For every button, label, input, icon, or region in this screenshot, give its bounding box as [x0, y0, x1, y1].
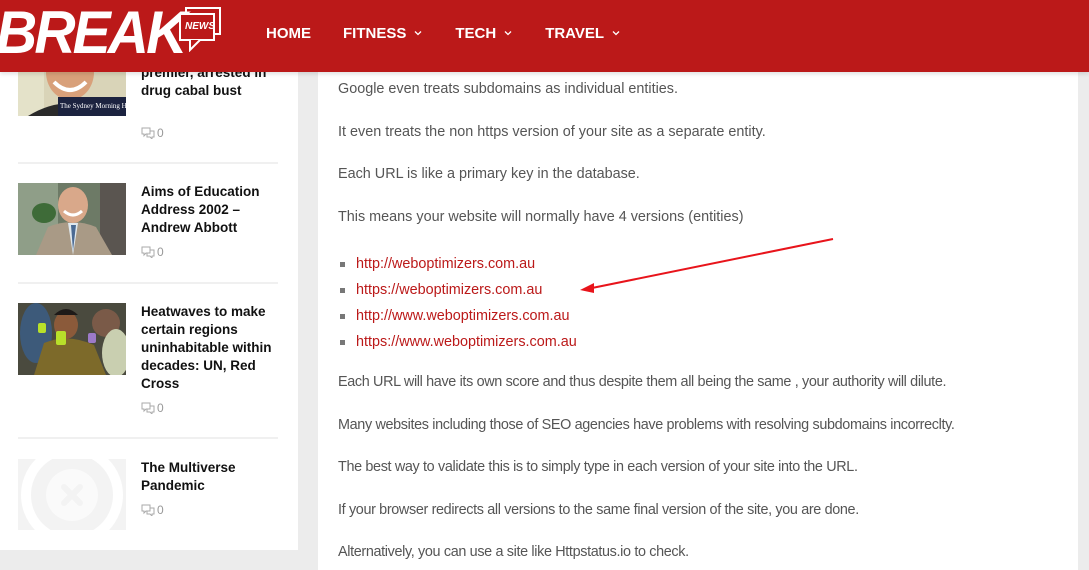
main-nav: HOME FITNESS TECH TRAVEL — [266, 0, 653, 66]
thumb-caption: The Sydney Morning He — [60, 102, 126, 110]
title-line: Andrew Abbott — [141, 220, 238, 235]
bullet — [340, 340, 345, 345]
comments-icon — [141, 402, 155, 414]
url-versions-list: http://weboptimizers.com.au https://webo… — [340, 251, 577, 355]
comment-count-value: 0 — [157, 401, 164, 415]
sidebar-recent-posts: The Sydney Morning He of NSW deputy prem… — [0, 42, 298, 550]
post-title[interactable]: The Multiverse Pandemic — [141, 459, 281, 495]
nav-fitness[interactable]: FITNESS — [343, 25, 423, 42]
title-line: Heatwaves to make — [141, 304, 266, 319]
post-title[interactable]: Heatwaves to make certain regions uninha… — [141, 303, 281, 393]
comment-count[interactable]: 0 — [141, 503, 164, 517]
bullet — [340, 314, 345, 319]
post-divider — [18, 162, 278, 164]
logo-text: BREAK — [0, 0, 187, 66]
article-paragraph: Each URL will have its own score and thu… — [338, 374, 947, 390]
url-list-item: http://www.weboptimizers.com.au — [340, 303, 577, 329]
url-link[interactable]: http://weboptimizers.com.au — [356, 256, 535, 272]
comment-count[interactable]: 0 — [141, 401, 164, 415]
bullet — [340, 262, 345, 267]
article-paragraph: The best way to validate this is to simp… — [338, 459, 858, 475]
title-line: Aims of Education — [141, 184, 260, 199]
comment-count[interactable]: 0 — [141, 126, 164, 140]
post-divider — [18, 282, 278, 284]
no-image-icon — [21, 459, 123, 530]
logo-badge-text: NEWS — [185, 21, 215, 32]
chevron-down-icon — [504, 31, 512, 36]
post-title[interactable]: Aims of Education Address 2002 – Andrew … — [141, 183, 281, 237]
post-thumbnail-placeholder[interactable] — [18, 459, 126, 530]
comments-icon — [141, 127, 155, 139]
nav-home[interactable]: HOME — [266, 25, 311, 42]
bullet — [340, 288, 345, 293]
comment-count-value: 0 — [157, 126, 164, 140]
url-list-item: https://weboptimizers.com.au — [340, 277, 577, 303]
site-logo[interactable]: BREAK NEWS — [0, 0, 221, 66]
nav-travel[interactable]: TRAVEL — [545, 25, 621, 42]
title-line: decades: UN, Red — [141, 358, 256, 373]
url-link[interactable]: https://weboptimizers.com.au — [356, 282, 542, 298]
article-paragraph: If your browser redirects all versions t… — [338, 502, 859, 518]
nav-tech[interactable]: TECH — [455, 25, 513, 42]
post-thumbnail[interactable] — [18, 303, 126, 375]
site-header: BREAK NEWS HOME FITNESS TECH TRAVEL — [0, 0, 1089, 72]
title-line: The Multiverse — [141, 460, 236, 475]
article-paragraph: This means your website will normally ha… — [338, 209, 744, 225]
comment-count-value: 0 — [157, 503, 164, 517]
article-paragraph: It even treats the non https version of … — [338, 124, 766, 140]
url-link[interactable]: http://www.weboptimizers.com.au — [356, 308, 570, 324]
title-line: drug cabal bust — [141, 83, 242, 98]
title-line: uninhabitable within — [141, 340, 272, 355]
url-list-item: http://weboptimizers.com.au — [340, 251, 577, 277]
comments-icon — [141, 504, 155, 516]
article-paragraph: Google even treats subdomains as individ… — [338, 81, 678, 97]
nav-label: TECH — [455, 24, 497, 42]
article-content: Google even treats subdomains as individ… — [318, 72, 1078, 570]
comment-count[interactable]: 0 — [141, 245, 164, 259]
nav-label: HOME — [266, 24, 311, 42]
comment-count-value: 0 — [157, 245, 164, 259]
url-link[interactable]: https://www.weboptimizers.com.au — [356, 334, 577, 350]
news-badge-icon: NEWS — [178, 6, 222, 53]
post-thumbnail[interactable] — [18, 183, 126, 255]
article-paragraph: Each URL is like a primary key in the da… — [338, 166, 640, 182]
title-line: Address 2002 – — [141, 202, 241, 217]
article-paragraph: Many websites including those of SEO age… — [338, 417, 955, 433]
title-line: certain regions — [141, 322, 238, 337]
post-divider — [18, 437, 278, 439]
url-list-item: https://www.weboptimizers.com.au — [340, 329, 577, 355]
comments-icon — [141, 246, 155, 258]
nav-label: TRAVEL — [545, 24, 605, 42]
chevron-down-icon — [612, 31, 620, 36]
title-line: Pandemic — [141, 478, 205, 493]
chevron-down-icon — [414, 31, 422, 36]
title-line: Cross — [141, 376, 180, 391]
nav-label: FITNESS — [343, 24, 407, 42]
article-paragraph: Alternatively, you can use a site like H… — [338, 544, 689, 560]
